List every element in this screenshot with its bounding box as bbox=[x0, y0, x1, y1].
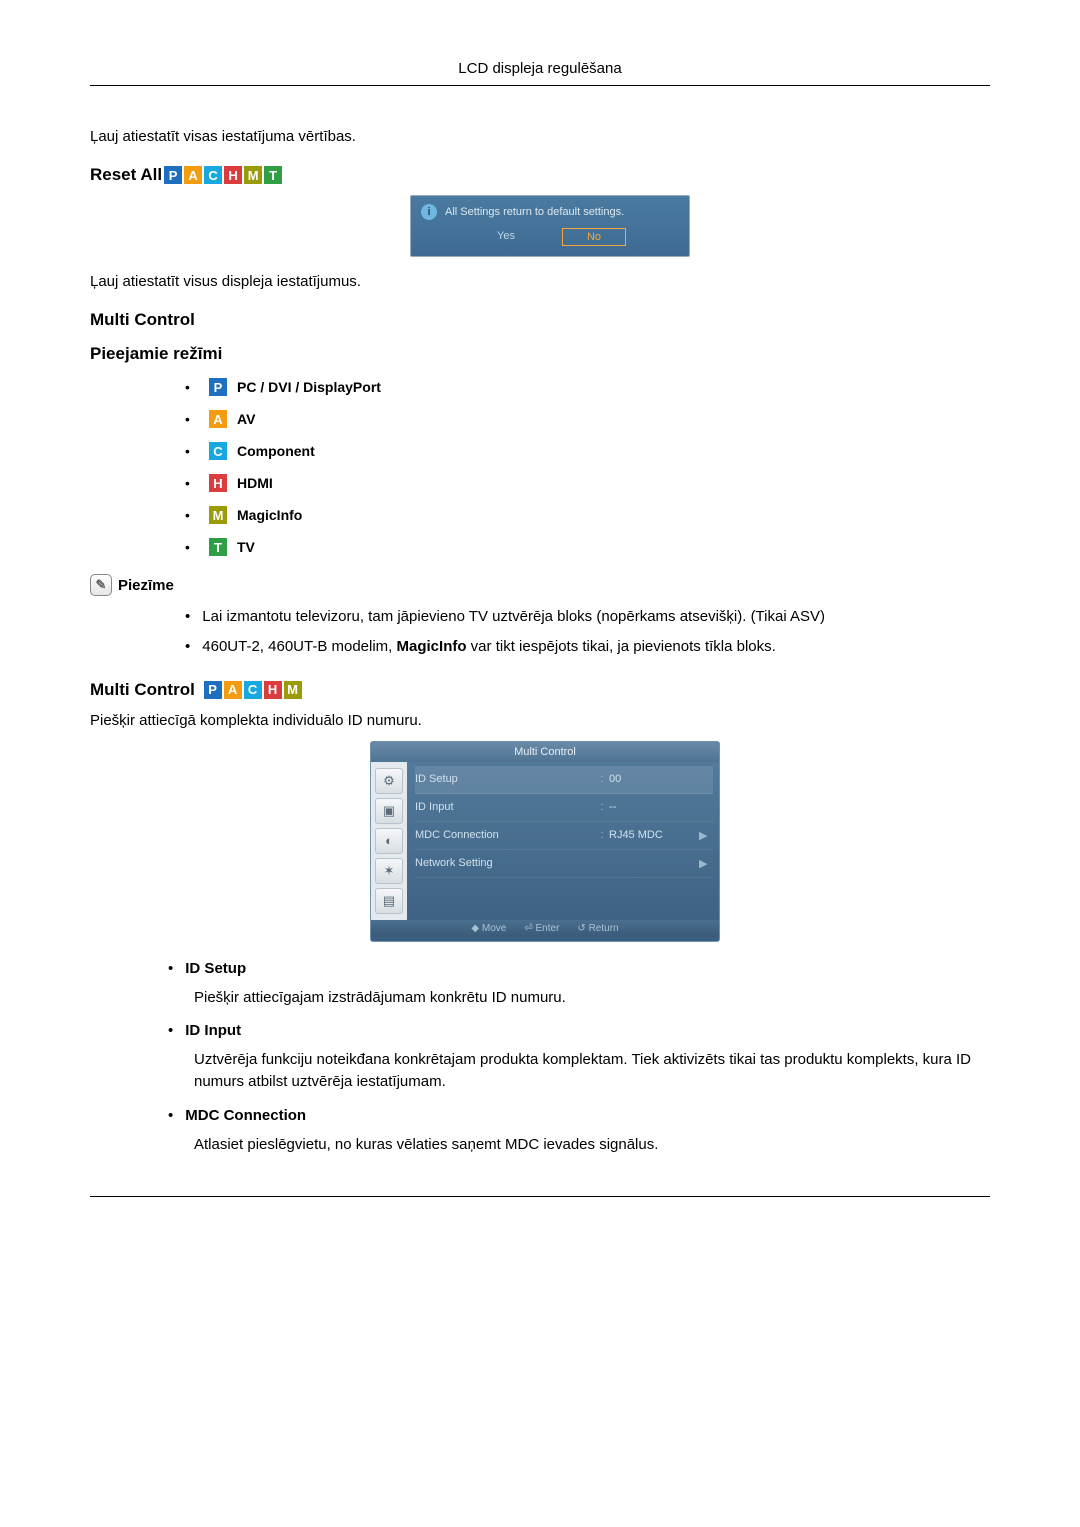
note-list: Lai izmantotu televizoru, tam jāpievieno… bbox=[185, 606, 990, 658]
description-title: MDC Connection bbox=[168, 1107, 990, 1124]
osd-row: ID Input:-- bbox=[415, 794, 713, 822]
badge-h-icon: H bbox=[224, 166, 242, 184]
note-icon: ✎ bbox=[90, 574, 112, 596]
description-item: ID Input Uztvērēja funkciju noteikđana ko… bbox=[168, 1022, 990, 1093]
mode-item: M MagicInfo bbox=[185, 506, 990, 524]
description-body: Atlasiet pieslēgvietu, no kuras vēlaties… bbox=[194, 1134, 990, 1156]
mode-item: P PC / DVI / DisplayPort bbox=[185, 378, 990, 396]
info-icon: i bbox=[421, 204, 437, 220]
badge-a-icon: A bbox=[184, 166, 202, 184]
badge-c-icon: C bbox=[209, 442, 227, 460]
note-item: 460UT-2, 460UT-B modelim, MagicInfo var … bbox=[185, 636, 990, 658]
mode-list: P PC / DVI / DisplayPort A AV C Component H HDM… bbox=[185, 378, 990, 556]
osd-side-icon: ▣ bbox=[375, 798, 403, 824]
multi-control-items: ID Setup Piešķir attiecīgajam izstrādājum… bbox=[168, 960, 990, 1156]
mode-item: T TV bbox=[185, 538, 990, 556]
mode-label: AV bbox=[237, 411, 255, 427]
description-body: Piešķir attiecīgajam izstrādājumam konkr… bbox=[194, 987, 990, 1009]
footer-divider bbox=[90, 1196, 990, 1197]
dialog-yes-button: Yes bbox=[474, 228, 538, 246]
mode-label: MagicInfo bbox=[237, 507, 302, 523]
mode-label: Component bbox=[237, 443, 315, 459]
reset-all-paragraph: Ļauj atiestatīt visus displeja iestatīju… bbox=[90, 271, 990, 292]
header-divider bbox=[90, 85, 990, 86]
dialog-no-button: No bbox=[562, 228, 626, 246]
osd-rows: ID Setup:00ID Input:--MDC Connection:RJ4… bbox=[407, 762, 719, 920]
osd-row: MDC Connection:RJ45 MDC▶ bbox=[415, 822, 713, 850]
osd-side-icon: ⚙ bbox=[375, 768, 403, 794]
mode-item: C Component bbox=[185, 442, 990, 460]
reset-all-title: Reset All bbox=[90, 165, 162, 185]
osd-row-label: Network Setting bbox=[415, 857, 595, 869]
badge-a-icon: A bbox=[224, 681, 242, 699]
multi-control-2-desc: Piešķir attiecīgā komplekta individuālo … bbox=[90, 710, 990, 731]
osd-figure: Multi Control ⚙ ▣ ◐ ✶ ▤ ID Setup:00ID In… bbox=[370, 741, 720, 942]
osd-row: Network Setting ▶ bbox=[415, 850, 713, 878]
multi-control-heading: Multi Control bbox=[90, 310, 990, 330]
mode-item: H HDMI bbox=[185, 474, 990, 492]
description-item: ID Setup Piešķir attiecīgajam izstrādājum… bbox=[168, 960, 990, 1009]
description-body: Uztvērēja funkciju noteikđana konkrētaja… bbox=[194, 1049, 990, 1093]
osd-row: ID Setup:00 bbox=[415, 766, 713, 794]
reset-all-dialog-figure: i All Settings return to default setting… bbox=[410, 195, 690, 257]
osd-footer-move: ◆ Move bbox=[471, 923, 506, 934]
osd-row-label: ID Setup bbox=[415, 773, 595, 785]
page-header: LCD displeja regulēšana bbox=[90, 60, 990, 85]
osd-row-value: -- bbox=[609, 801, 699, 813]
badge-p-icon: P bbox=[204, 681, 222, 699]
badge-t-icon: T bbox=[264, 166, 282, 184]
osd-footer: ◆ Move ⏎ Enter ↺ Return bbox=[371, 920, 719, 937]
description-title: ID Input bbox=[168, 1022, 990, 1039]
badge-p-icon: P bbox=[164, 166, 182, 184]
description-title: ID Setup bbox=[168, 960, 990, 977]
osd-row-label: ID Input bbox=[415, 801, 595, 813]
badge-h-icon: H bbox=[209, 474, 227, 492]
osd-side-icon: ◐ bbox=[375, 828, 403, 854]
badge-c-icon: C bbox=[244, 681, 262, 699]
osd-footer-return: ↺ Return bbox=[577, 923, 618, 934]
note-item: Lai izmantotu televizoru, tam jāpievieno… bbox=[185, 606, 990, 628]
osd-sidebar: ⚙ ▣ ◐ ✶ ▤ bbox=[371, 762, 407, 920]
dialog-message: All Settings return to default settings. bbox=[445, 206, 624, 218]
reset-all-heading: Reset All P A C H M T bbox=[90, 165, 990, 185]
osd-panel: Multi Control ⚙ ▣ ◐ ✶ ▤ ID Setup:00ID In… bbox=[370, 741, 720, 942]
osd-row-label: MDC Connection bbox=[415, 829, 595, 841]
reset-color-paragraph: Ļauj atiestatīt visas iestatījuma vērtīb… bbox=[90, 126, 990, 147]
mode-label: HDMI bbox=[237, 475, 273, 491]
badge-h-icon: H bbox=[264, 681, 282, 699]
badge-t-icon: T bbox=[209, 538, 227, 556]
badge-p-icon: P bbox=[209, 378, 227, 396]
chevron-right-icon: ▶ bbox=[699, 829, 713, 842]
osd-row-value: RJ45 MDC bbox=[609, 829, 699, 841]
description-item: MDC Connection Atlasiet pieslēgvietu, no … bbox=[168, 1107, 990, 1156]
mode-label: PC / DVI / DisplayPort bbox=[237, 379, 381, 395]
badge-m-icon: M bbox=[244, 166, 262, 184]
available-modes-heading: Pieejamie režīmi bbox=[90, 344, 990, 364]
osd-row-value: 00 bbox=[609, 773, 699, 785]
multi-control-2-heading: Multi Control P A C H M bbox=[90, 680, 990, 700]
osd-footer-enter: ⏎ Enter bbox=[524, 923, 559, 934]
badge-a-icon: A bbox=[209, 410, 227, 428]
note-heading: ✎ Piezīme bbox=[90, 574, 990, 596]
mode-item: A AV bbox=[185, 410, 990, 428]
multi-control-2-title: Multi Control bbox=[90, 680, 195, 700]
osd-side-icon: ▤ bbox=[375, 888, 403, 914]
document-page: LCD displeja regulēšana Ļauj atiestatīt … bbox=[0, 0, 1080, 1277]
note-label: Piezīme bbox=[118, 577, 174, 594]
badge-m-icon: M bbox=[209, 506, 227, 524]
mode-label: TV bbox=[237, 539, 255, 555]
badge-m-icon: M bbox=[284, 681, 302, 699]
chevron-right-icon: ▶ bbox=[699, 857, 713, 870]
badge-c-icon: C bbox=[204, 166, 222, 184]
osd-side-icon: ✶ bbox=[375, 858, 403, 884]
confirm-dialog: i All Settings return to default setting… bbox=[410, 195, 690, 257]
osd-title: Multi Control bbox=[371, 742, 719, 762]
